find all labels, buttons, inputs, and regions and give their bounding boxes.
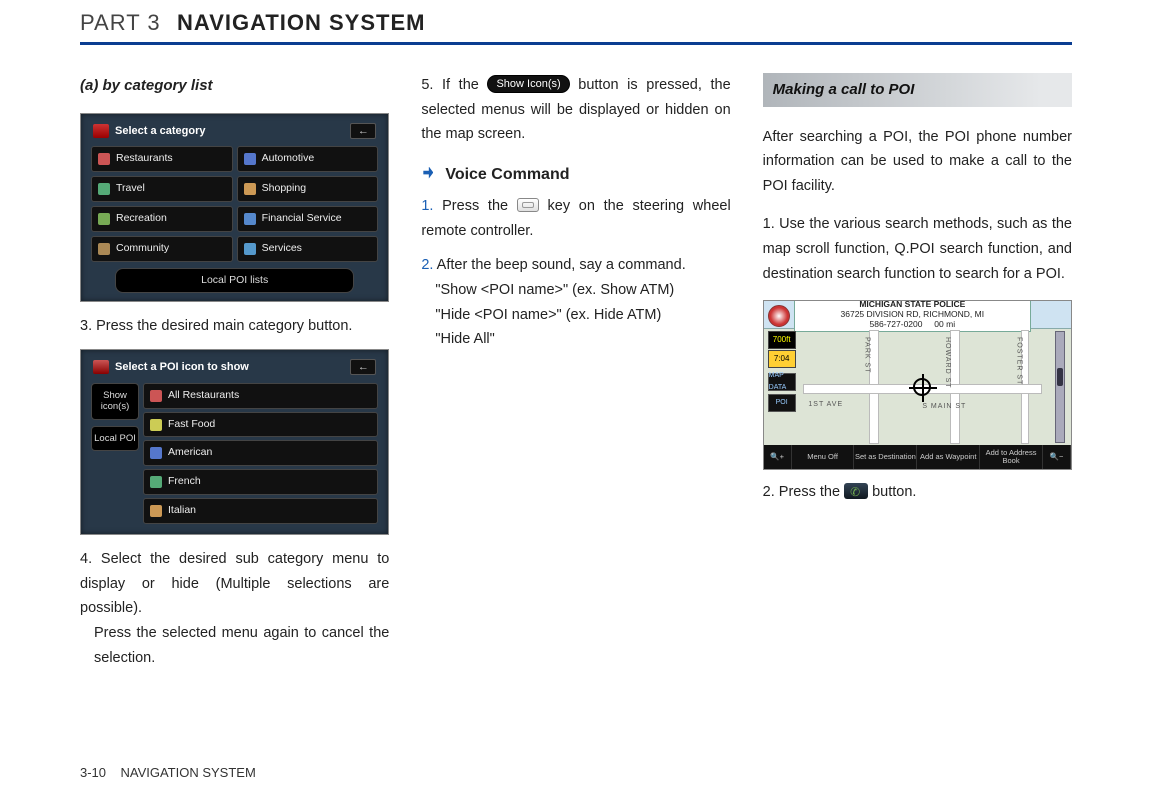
add-address-book-button: Add to Address Book: [980, 445, 1043, 469]
category-item: Shopping: [237, 176, 379, 202]
services-icon: [244, 243, 256, 255]
map-canvas: PARK ST S MAIN ST HOWARD ST FOSTER ST 1S…: [804, 331, 1041, 443]
map-scale: 700ft 7:04: [768, 331, 796, 368]
part-label: PART 3: [80, 10, 161, 35]
zoom-out-icon: 🔍−: [1043, 445, 1071, 469]
map-toolbar: 🔍+ Menu Off Set as Destination Add as Wa…: [764, 445, 1071, 469]
category-item: Recreation: [91, 206, 233, 232]
voice-step-1: 1. Press the key on the steering wheel r…: [421, 194, 730, 243]
step-1: 1. Use the various search methods, such …: [763, 212, 1072, 286]
page-number: 3-10: [80, 765, 106, 780]
category-item: Services: [237, 236, 379, 262]
voice-example: "Hide <POI name>" (ex. Hide ATM): [421, 303, 730, 328]
restaurant-icon: [98, 153, 110, 165]
poi-list-item: French: [143, 469, 378, 495]
figure-title: Select a POI icon to show: [93, 358, 249, 377]
show-icons-button: Show icon(s): [91, 383, 139, 420]
italian-icon: [150, 505, 162, 517]
recreation-icon: [98, 213, 110, 225]
map-clock: 7:04: [768, 350, 796, 368]
poi-button: POI: [768, 394, 796, 412]
set-destination-button: Set as Destination: [854, 445, 917, 469]
back-icon: ←: [350, 123, 376, 139]
zoom-in-icon: 🔍+: [764, 445, 792, 469]
category-item: Travel: [91, 176, 233, 202]
map-scrollbar: [1055, 331, 1065, 443]
section-title-bar: Making a call to POI: [763, 73, 1072, 107]
figure-title: Select a category: [93, 122, 206, 141]
community-icon: [98, 243, 110, 255]
category-item: Automotive: [237, 146, 379, 172]
step-4: 4. Select the desired sub category menu …: [80, 547, 389, 670]
travel-icon: [98, 183, 110, 195]
map-cursor-icon: [913, 378, 931, 396]
poi-list-item: Fast Food: [143, 412, 378, 438]
intro-text: After searching a POI, the POI phone num…: [763, 125, 1072, 199]
poi-list-item: Italian: [143, 498, 378, 524]
poi-list-item: All Restaurants: [143, 383, 378, 409]
column-1: (a) by category list Select a category ←…: [80, 73, 389, 680]
figure-map-poi: MICHIGAN STATE POLICE 36725 DIVISION RD,…: [763, 300, 1072, 470]
financial-icon: [244, 213, 256, 225]
restaurant-icon: [150, 390, 162, 402]
page-header: PART 3 NAVIGATION SYSTEM: [80, 0, 1072, 45]
talk-key-icon: [517, 198, 539, 212]
map-data-button: MAP DATA: [768, 373, 796, 391]
page-title: NAVIGATION SYSTEM: [177, 10, 425, 35]
local-poi-button: Local POI lists: [115, 268, 354, 294]
french-icon: [150, 476, 162, 488]
shopping-icon: [244, 183, 256, 195]
subsection-heading: (a) by category list: [80, 73, 389, 99]
menu-off-button: Menu Off: [792, 445, 855, 469]
step-3: 3. Press the desired main category butto…: [80, 314, 389, 339]
show-icons-pill: Show Icon(s): [487, 75, 569, 93]
automotive-icon: [244, 153, 256, 165]
american-icon: [150, 447, 162, 459]
fastfood-icon: [150, 419, 162, 431]
local-poi-button: Local POI: [91, 426, 139, 451]
category-item: Restaurants: [91, 146, 233, 172]
footer-label: NAVIGATION SYSTEM: [120, 765, 255, 780]
figure-select-category: Select a category ← Restaurants Automoti…: [80, 113, 389, 303]
column-3: Making a call to POI After searching a P…: [763, 73, 1072, 680]
voice-command-heading: Voice Command: [421, 161, 730, 188]
voice-example: "Hide All": [421, 327, 730, 352]
map-left-buttons: MAP DATA POI: [768, 373, 796, 412]
add-waypoint-button: Add as Waypoint: [917, 445, 980, 469]
step-2: 2. Press the button.: [763, 480, 1072, 505]
phone-key-icon: [844, 483, 868, 499]
page-footer: 3-10 NAVIGATION SYSTEM: [80, 765, 256, 780]
poi-icon: [93, 360, 109, 374]
step-5: 5. If the Show Icon(s) button is pressed…: [421, 73, 730, 147]
column-2: 5. If the Show Icon(s) button is pressed…: [421, 73, 730, 680]
back-icon: ←: [350, 359, 376, 375]
voice-example: "Show <POI name>" (ex. Show ATM): [421, 278, 730, 303]
step-4-note: Press the selected menu again to cancel …: [80, 621, 389, 670]
category-item: Financial Service: [237, 206, 379, 232]
map-address-box: MICHIGAN STATE POLICE 36725 DIVISION RD,…: [794, 300, 1031, 331]
poi-list-item: American: [143, 440, 378, 466]
voice-command-icon: [421, 166, 439, 184]
compass-icon: [768, 305, 790, 327]
voice-step-2: 2. After the beep sound, say a command. …: [421, 253, 730, 352]
figure-select-poi-icon: Select a POI icon to show ← Show icon(s)…: [80, 349, 389, 535]
category-icon: [93, 124, 109, 138]
category-item: Community: [91, 236, 233, 262]
